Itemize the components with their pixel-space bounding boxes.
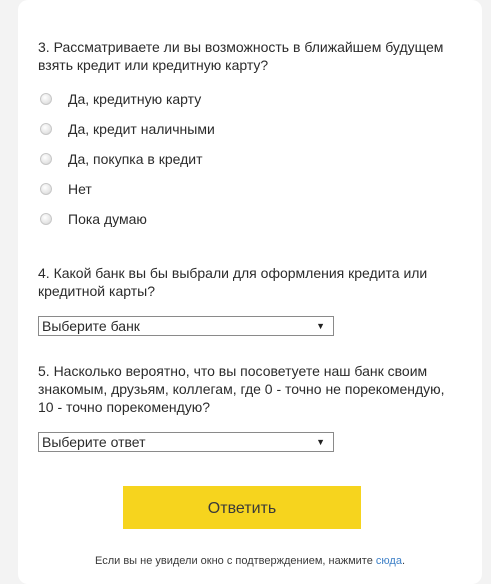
dropdown-arrow-icon: ▼ xyxy=(316,437,325,447)
question-3-options: Да, кредитную карту Да, кредит наличными… xyxy=(38,84,438,234)
option-cash-loan[interactable]: Да, кредит наличными xyxy=(38,114,438,144)
option-credit-card[interactable]: Да, кредитную карту xyxy=(38,84,438,114)
option-label: Да, кредит наличными xyxy=(68,121,215,137)
confirmation-footnote: Если вы не увидели окно с подтверждением… xyxy=(18,555,482,567)
radio-button[interactable] xyxy=(40,123,52,135)
dropdown-arrow-icon: ▼ xyxy=(316,321,325,331)
radio-button[interactable] xyxy=(40,183,52,195)
option-label: Пока думаю xyxy=(68,211,147,227)
option-label: Нет xyxy=(68,181,92,197)
question-4-title: 4. Какой банк вы бы выбрали для оформлен… xyxy=(38,265,428,299)
footnote-end: . xyxy=(401,555,405,567)
answer-select-value: Выберите ответ xyxy=(42,434,146,450)
footnote-link[interactable]: сюда xyxy=(376,555,402,567)
bank-select-value: Выберите банк xyxy=(42,318,140,334)
survey-card: 3. Рассматриваете ли вы возможность в бл… xyxy=(18,0,482,584)
bank-select[interactable]: Выберите банк ▼ xyxy=(38,316,334,336)
radio-button[interactable] xyxy=(40,153,52,165)
option-thinking[interactable]: Пока думаю xyxy=(38,204,438,234)
radio-button[interactable] xyxy=(40,93,52,105)
option-label: Да, кредитную карту xyxy=(68,91,202,107)
question-5-title: 5. Насколько вероятно, что вы посоветует… xyxy=(38,363,445,415)
footnote-text: Если вы не увидели окно с подтверждением… xyxy=(94,555,376,567)
submit-button[interactable]: Ответить xyxy=(123,486,361,529)
answer-select[interactable]: Выберите ответ ▼ xyxy=(38,432,334,452)
radio-button[interactable] xyxy=(40,213,52,225)
question-3-title: 3. Рассматриваете ли вы возможность в бл… xyxy=(38,39,444,73)
option-purchase-credit[interactable]: Да, покупка в кредит xyxy=(38,144,438,174)
option-no[interactable]: Нет xyxy=(38,174,438,204)
option-label: Да, покупка в кредит xyxy=(68,151,203,167)
